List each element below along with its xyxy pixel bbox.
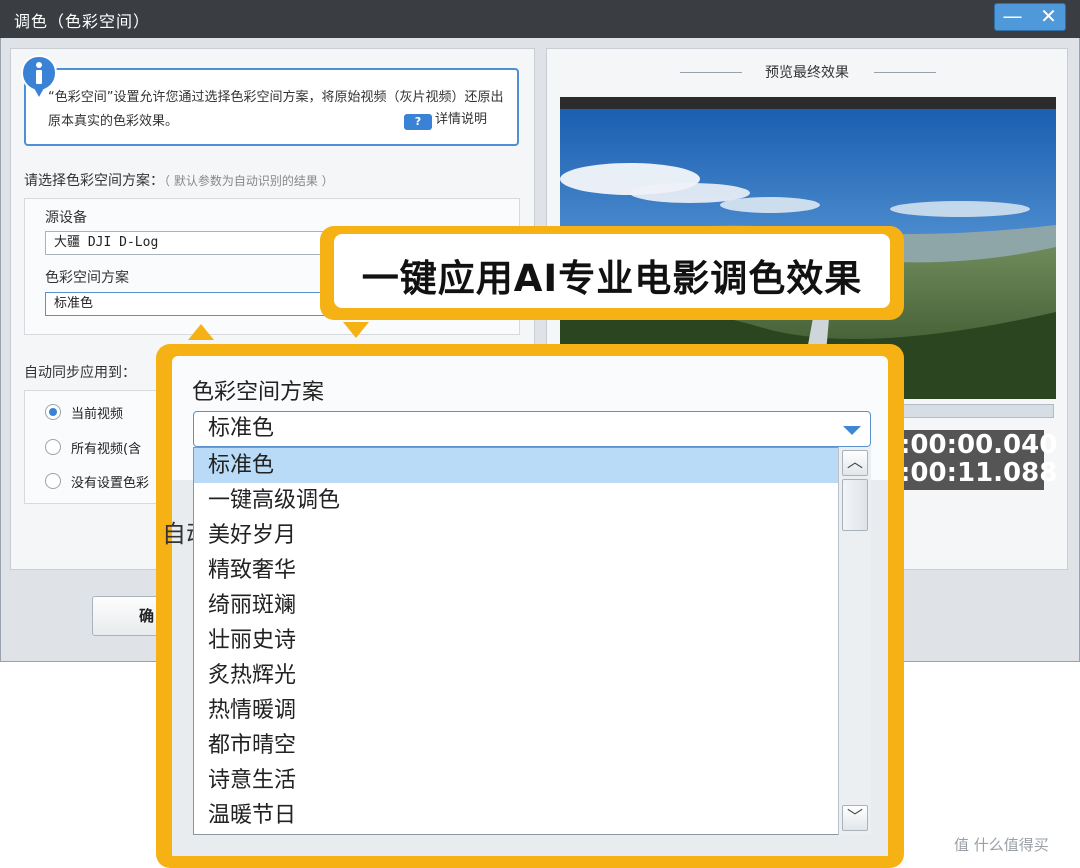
source-device-label: 源设备 (45, 210, 87, 226)
watermark: 值 什么值得买 (954, 836, 1049, 854)
window-title: 调色（色彩空间） (14, 12, 151, 31)
preview-title: 预览最终效果 (765, 65, 849, 81)
dropdown-option[interactable]: 诗意生活 (194, 763, 838, 798)
dropdown-option[interactable]: 绮丽斑斓 (194, 588, 838, 623)
help-icon: ? (404, 114, 432, 130)
scheme-section-hint: （ 默认参数为自动识别的结果 ） (164, 174, 334, 188)
dropdown-list: 标准色 一键高级调色 美好岁月 精致奢华 绮丽斑斓 壮丽史诗 炙热辉光 热情暖调… (193, 447, 871, 835)
zoom-selected-value: 标准色 (208, 416, 275, 441)
sync-option-label: 没有设置色彩 (71, 476, 150, 491)
dropdown-option[interactable]: 壮丽史诗 (194, 623, 838, 658)
minimize-button[interactable]: — (995, 4, 1030, 30)
sync-option-label: 所有视频(含 (71, 442, 142, 457)
radio-button[interactable] (45, 439, 61, 455)
dropdown-option[interactable]: 美好岁月 (194, 518, 838, 553)
color-scheme-select[interactable]: 标准色 (45, 292, 345, 316)
dropdown-option[interactable]: 一键高级调色 (194, 483, 838, 518)
window-controls: — ✕ (994, 3, 1066, 31)
dropdown-option[interactable]: 温暖节日 (194, 798, 838, 833)
radio-button[interactable] (45, 473, 61, 489)
divider (874, 72, 936, 73)
scroll-thumb[interactable] (842, 479, 868, 531)
callout-text: 一键应用AI专业电影调色效果 (361, 257, 863, 300)
dropdown-scrollbar[interactable]: ︿ ﹀ (838, 447, 871, 835)
help-link[interactable]: ? 详情说明 (404, 108, 487, 130)
color-scheme-label: 色彩空间方案 (45, 270, 129, 286)
dropdown-option[interactable]: 热情暖调 (194, 693, 838, 728)
info-box: “色彩空间”设置允许您通过选择色彩空间方案，将原始视频（灰片视频）还原出原本真实… (24, 68, 519, 146)
dropdown-option[interactable]: 精致奢华 (194, 553, 838, 588)
scroll-up-button[interactable]: ︿ (842, 450, 868, 476)
sync-option-label: 当前视频 (71, 407, 124, 422)
time-display: :00:00.040 :00:11.088 (892, 430, 1057, 490)
scroll-down-button[interactable]: ﹀ (842, 805, 868, 831)
title-bar: 调色（色彩空间） — ✕ (0, 0, 1080, 38)
help-label: 详情说明 (435, 112, 488, 127)
callout-pointer (188, 324, 214, 340)
current-time: :00:00.040 (900, 430, 1058, 460)
chevron-down-icon[interactable] (843, 426, 861, 435)
info-icon (20, 54, 58, 100)
sync-section-label: 自动同步应用到： (24, 365, 136, 381)
dropdown-option[interactable]: 标准色 (194, 448, 838, 483)
source-device-field[interactable]: 大疆 DJI D-Log (45, 231, 345, 255)
radio-button[interactable] (45, 404, 61, 420)
dropdown-option[interactable]: 都市晴空 (194, 728, 838, 763)
close-button[interactable]: ✕ (1031, 4, 1066, 30)
zoom-color-scheme-select[interactable]: 标准色 (193, 411, 871, 447)
callout-pointer (343, 322, 369, 338)
total-time: :00:11.088 (900, 458, 1058, 488)
zoom-color-scheme-label: 色彩空间方案 (192, 380, 325, 405)
scheme-section-label: 请选择色彩空间方案： (24, 173, 164, 189)
dropdown-option[interactable]: 炙热辉光 (194, 658, 838, 693)
